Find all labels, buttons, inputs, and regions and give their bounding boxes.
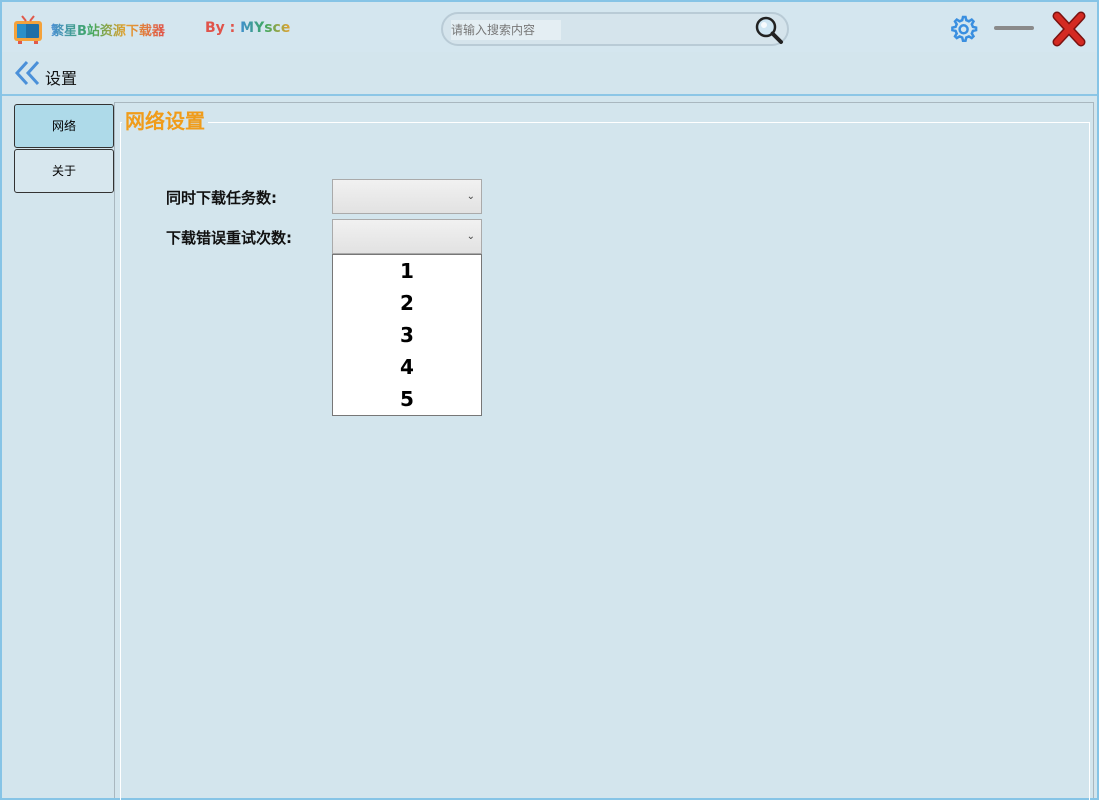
author-name: MYsce: [240, 20, 291, 36]
close-icon[interactable]: [1051, 10, 1087, 48]
chevron-down-icon: ⌄: [466, 231, 475, 242]
gear-icon[interactable]: [948, 14, 978, 44]
settings-sidebar: 网络 关于: [14, 104, 114, 194]
group-title: 网络设置: [122, 105, 208, 134]
retry-count-label: 下载错误重试次数:: [166, 229, 292, 247]
back-icon[interactable]: [14, 59, 42, 87]
search-icon[interactable]: [753, 15, 785, 45]
search-input[interactable]: [451, 20, 561, 40]
minimize-button[interactable]: [994, 24, 1034, 32]
tv-icon: [14, 15, 42, 44]
app-author: By : MYsce: [205, 20, 290, 36]
retry-count-dropdown: 1 2 3 4 5: [332, 254, 482, 416]
page-header: 设置: [2, 52, 1097, 96]
page-title: 设置: [45, 69, 78, 88]
retry-count-select[interactable]: ⌄: [332, 219, 482, 254]
author-prefix: By :: [205, 20, 241, 36]
sidebar-item-about[interactable]: 关于: [14, 149, 114, 193]
dropdown-option[interactable]: 2: [333, 287, 481, 319]
search-box: [441, 12, 789, 46]
concurrent-downloads-select[interactable]: ⌄: [332, 179, 482, 214]
dropdown-option[interactable]: 1: [333, 255, 481, 287]
sidebar-item-network[interactable]: 网络: [14, 104, 114, 148]
concurrent-downloads-label: 同时下载任务数:: [166, 189, 277, 207]
network-settings-group: [120, 122, 1090, 800]
minimize-icon: [994, 26, 1034, 30]
dropdown-option[interactable]: 4: [333, 351, 481, 383]
chevron-down-icon: ⌄: [466, 191, 475, 202]
dropdown-option[interactable]: 5: [333, 383, 481, 415]
title-bar[interactable]: 繁星B站资源下载器 By : MYsce: [2, 2, 1097, 52]
app-title: 繁星B站资源下载器: [51, 20, 165, 39]
dropdown-option[interactable]: 3: [333, 319, 481, 351]
